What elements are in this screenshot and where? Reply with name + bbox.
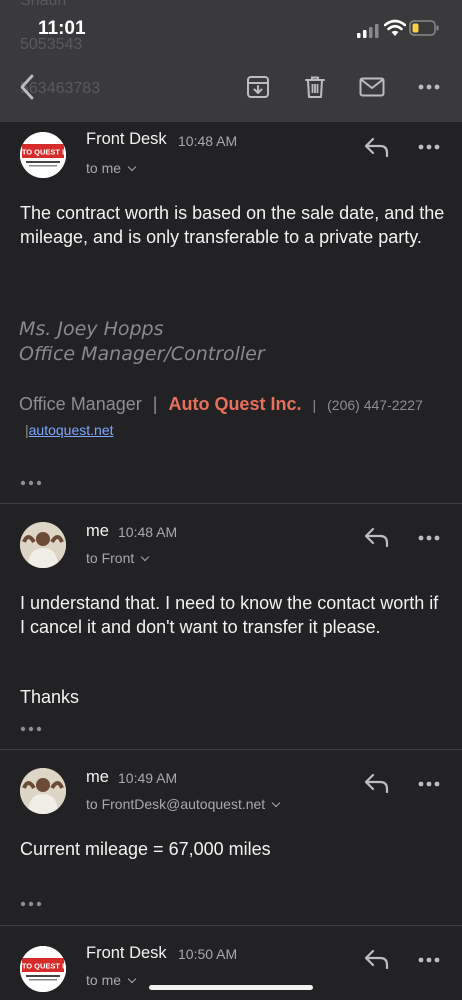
expand-quoted-icon[interactable] [20,480,44,486]
trash-button[interactable] [300,72,330,102]
sender-name: me [86,768,109,786]
chevron-down-icon [127,974,137,984]
recipient-label: to FrontDesk@autoquest.net [86,796,266,812]
separator: | [152,394,158,414]
chevron-down-icon [141,552,150,562]
recipient-toggle[interactable]: to FrontDesk@autoquest.net [86,796,281,812]
cellular-signal-icon [357,24,379,38]
recipient-toggle[interactable]: to Front [86,550,150,566]
sender-name: me [86,522,109,540]
message-body: I understand that. I need to know the co… [20,593,439,637]
recipient-label: to me [86,160,122,176]
signature-link[interactable]: autoquest.net [29,422,114,438]
signature-phone[interactable]: (206) 447-2227 [327,397,423,413]
trash-icon [305,76,325,98]
logo-text: AUTO QUEST INC [20,962,66,971]
avatar[interactable]: AUTO QUEST INC [20,132,66,178]
message-signoff: Thanks [20,687,80,707]
message-2: me 10:48 AM to Front I understand that. … [0,504,462,750]
message-time: 10:48 AM [118,524,178,540]
reply-icon[interactable] [364,772,390,794]
avatar[interactable] [20,768,66,814]
avatar[interactable]: AUTO QUEST INC [20,946,66,992]
header: Shaun 5053543 563463783 11:01 [0,0,462,122]
signature-title: Office Manager/Controller [19,343,265,365]
reply-icon[interactable] [364,526,390,548]
chevron-down-icon [271,798,281,808]
mail-button[interactable] [357,72,387,102]
archive-button[interactable] [243,72,273,102]
logo-text: AUTO QUEST INC [20,148,66,157]
status-time: 11:01 [38,18,86,39]
signature-role: Office Manager [19,394,142,414]
more-icon [418,84,440,90]
envelope-icon [359,77,385,97]
message-body: Current mileage = 67,000 miles [20,839,271,859]
reply-icon[interactable] [364,136,390,158]
expand-quoted-icon[interactable] [20,726,44,732]
signature-name: Ms. Joey Hopps [19,318,164,340]
message-time: 10:50 AM [178,946,238,962]
avatar[interactable] [20,522,66,568]
archive-icon [247,76,269,98]
message-body: The contract worth is based on the sale … [20,203,445,247]
sender-name: Front Desk [86,130,167,148]
chevron-down-icon [127,162,137,172]
message-time: 10:49 AM [118,770,178,786]
more-icon[interactable] [418,534,440,542]
back-button[interactable] [12,72,42,102]
reply-icon[interactable] [364,948,390,970]
home-indicator[interactable] [149,985,313,990]
auto-quest-logo-icon: AUTO QUEST INC [20,132,66,178]
chevron-left-icon [20,74,34,100]
battery-icon [409,20,439,36]
signature-company: Auto Quest Inc. [168,394,302,414]
recipient-toggle[interactable]: to me [86,160,137,176]
more-button[interactable] [414,72,444,102]
sender-name: Front Desk [86,944,167,962]
wifi-icon [384,19,406,36]
user-photo-icon [20,522,66,568]
message-time: 10:48 AM [178,133,238,149]
user-photo-icon [20,768,66,814]
auto-quest-logo-icon: AUTO QUEST INC [20,946,66,992]
message-3: me 10:49 AM to FrontDesk@autoquest.net C… [0,750,462,926]
recipient-label: to Front [86,550,135,566]
more-icon[interactable] [418,143,440,151]
status-bar: 11:01 [0,0,462,50]
recipient-toggle[interactable]: to me [86,972,137,988]
signature-details: Office Manager | Auto Quest Inc. | (206)… [19,392,439,442]
expand-quoted-icon[interactable] [20,901,44,907]
recipient-label: to me [86,972,122,988]
toolbar [0,62,462,112]
more-icon[interactable] [418,780,440,788]
separator: | [312,397,317,413]
message-1: AUTO QUEST INC Front Desk 10:48 AM to me… [0,122,462,504]
more-icon[interactable] [418,956,440,964]
